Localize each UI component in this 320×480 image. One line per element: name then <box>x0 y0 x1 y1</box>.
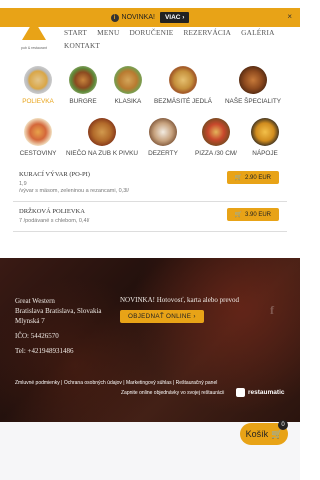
item-price: 3.90 EUR <box>244 212 271 218</box>
meatless-image <box>169 66 197 94</box>
logo-tagline: pub & restaurant <box>21 46 47 50</box>
main-nav: START MENU DORUČENIE REZERVÁCIA GALÉRIA … <box>64 26 284 52</box>
nav-gallery[interactable]: GALÉRIA <box>241 28 274 37</box>
add-to-cart-button[interactable]: 🛒 2.90 EUR <box>226 171 279 184</box>
desserts-image <box>149 118 177 146</box>
category-label: BURGRE <box>69 98 97 105</box>
nav-delivery[interactable]: DORUČENIE <box>129 28 173 37</box>
cart-icon: 🛒 <box>234 212 242 218</box>
item-description: /vývar s mäsom, zeleninou a rezancami, 0… <box>19 188 130 194</box>
pizza-image <box>202 118 230 146</box>
restaumatic-logo[interactable]: restaumatic <box>236 388 285 397</box>
category-label: NAŠE ŠPECIALITY <box>224 98 282 105</box>
restaurant-city: Bratislava Bratislava, Slovakia <box>15 307 102 315</box>
restaurant-street: Mlynská 7 <box>15 317 45 325</box>
company-id: IČO: 54426570 <box>15 332 59 340</box>
menu-item: KURACÍ VÝVAR (PO-PI) 1,9 /vývar s mäsom,… <box>13 165 287 202</box>
category-label: BEZMÄSITÉ JEDLÁ <box>154 98 212 105</box>
cart-button[interactable]: Košík 🛒 0 <box>240 420 288 445</box>
specialties-image <box>239 66 267 94</box>
snacks-image <box>88 118 116 146</box>
item-desc-text: /podávané s chlebom, 0,4l/ <box>23 218 90 224</box>
phone-link[interactable]: Tel: +421948931486 <box>15 347 73 355</box>
item-code: 7 <box>19 218 23 224</box>
restaumatic-icon <box>236 388 245 397</box>
nav-start[interactable]: START <box>64 28 87 37</box>
order-online-button[interactable]: OBJEDNAŤ ONLINE › <box>120 310 204 323</box>
drinks-image <box>251 118 279 146</box>
footer-news: NOVINKA! Hotovosť, karta alebo prevod <box>120 296 240 304</box>
cart-icon: 🛒 <box>234 175 242 181</box>
category-pizza[interactable]: PIZZA /30 CM/ <box>189 118 243 157</box>
add-to-cart-button[interactable]: 🛒 3.90 EUR <box>226 208 279 221</box>
cart-icon: 🛒 <box>271 428 283 439</box>
item-price: 2.90 EUR <box>244 175 271 181</box>
cart-label: Košík <box>245 429 269 439</box>
category-drinks[interactable]: NÁPOJE <box>240 118 290 157</box>
category-label: DEZERTY <box>148 150 178 157</box>
nav-reservation[interactable]: REZERVÁCIA <box>183 28 231 37</box>
category-pasta[interactable]: CESTOVINY <box>13 118 63 157</box>
logo[interactable]: pub & restaurant <box>16 16 52 52</box>
category-classic[interactable]: KLASIKA <box>103 66 153 105</box>
burger-image <box>69 66 97 94</box>
category-meatless[interactable]: BEZMÄSITÉ JEDLÁ <box>148 66 218 105</box>
category-label: KLASIKA <box>114 98 142 105</box>
notice-text: NOVINKA! <box>121 14 155 21</box>
category-burgers[interactable]: BURGRE <box>58 66 108 105</box>
close-icon[interactable]: × <box>287 12 292 21</box>
footer-address: Great Western Bratislava Bratislava, Slo… <box>15 296 102 326</box>
online-orders-link[interactable]: Zapnite online objednávky vo svojej rešt… <box>121 390 224 396</box>
soup-image <box>24 66 52 94</box>
category-label: NIEČO NA ZUB K PIVKU <box>65 150 139 157</box>
nav-contact[interactable]: KONTAKT <box>64 41 100 50</box>
facebook-icon[interactable]: f <box>270 303 274 318</box>
footer-links[interactable]: Zmluvné podmienky | Ochrana osobných úda… <box>15 380 217 386</box>
classic-image <box>114 66 142 94</box>
footer <box>0 258 300 422</box>
category-label: NÁPOJE <box>252 150 278 157</box>
restaurant-name: Great Western <box>15 297 55 305</box>
brand-name: restaumatic <box>248 389 285 396</box>
category-label: POLIEVKA <box>22 98 54 105</box>
cart-count: 0 <box>278 420 288 430</box>
category-snacks[interactable]: NIEČO NA ZUB K PIVKU <box>64 118 140 157</box>
nav-menu[interactable]: MENU <box>97 28 119 37</box>
category-label: PIZZA /30 CM/ <box>195 150 237 157</box>
info-icon: i <box>110 13 119 22</box>
pasta-image <box>24 118 52 146</box>
more-button[interactable]: VIAC › <box>159 12 190 23</box>
category-desserts[interactable]: DEZERTY <box>138 118 188 157</box>
category-specialties[interactable]: NAŠE ŠPECIALITY <box>222 66 284 105</box>
menu-items: KURACÍ VÝVAR (PO-PI) 1,9 /vývar s mäsom,… <box>13 165 287 232</box>
category-label: CESTOVINY <box>19 150 57 157</box>
menu-item: DRŽKOVÁ POLIEVKA 7 /podávané s chlebom, … <box>13 202 287 232</box>
category-soup[interactable]: POLIEVKA <box>13 66 63 105</box>
logo-mark <box>22 20 46 40</box>
